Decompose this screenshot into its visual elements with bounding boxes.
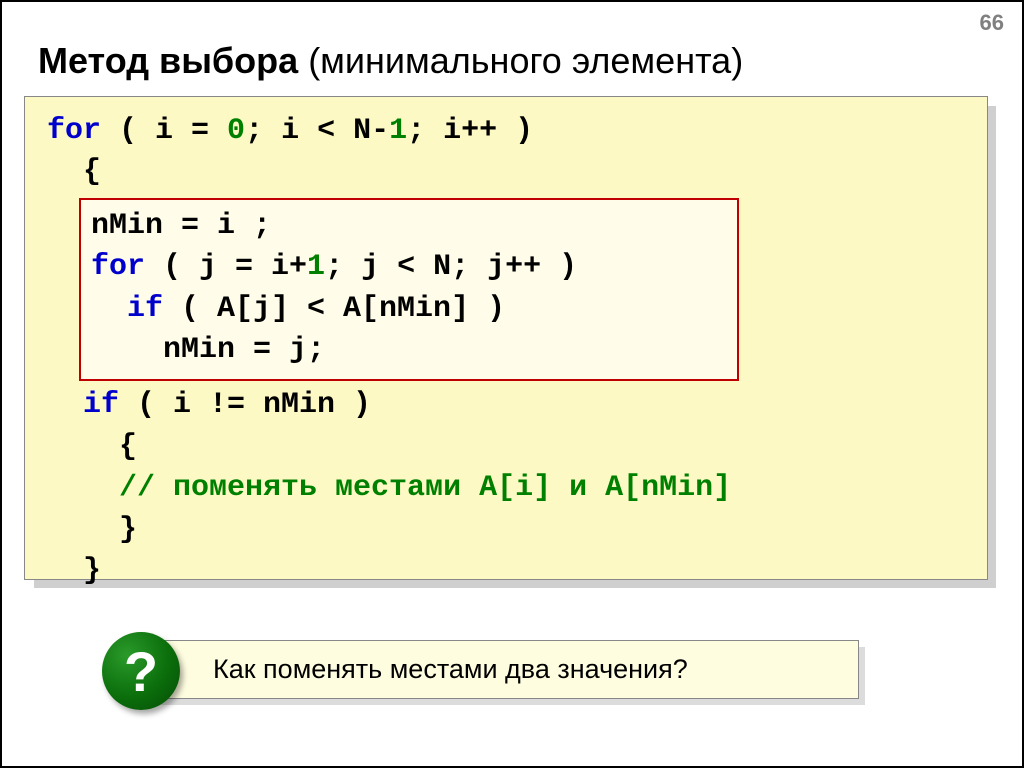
code-line-4: { [47, 427, 969, 468]
code-text: } [47, 513, 137, 547]
question-callout: Как поменять местами два значения? [142, 640, 862, 702]
code-block: for ( i = 0; i < N-1; i++ ) { nMin = i ;… [24, 96, 994, 586]
literal-one: 1 [307, 250, 325, 284]
code-text: nMin = i ; [91, 209, 271, 243]
page-number: 66 [980, 10, 1004, 36]
inner-line-3: if ( A[j] < A[nMin] ) [91, 289, 727, 330]
kw-if: if [91, 292, 163, 326]
title-rest: (минимального элемента) [298, 40, 743, 81]
code-text: ( i = [101, 114, 227, 148]
code-line-5: // поменять местами A[i] и A[nMin] [47, 468, 969, 509]
code-line-2: { [47, 152, 969, 193]
code-text: } [47, 554, 101, 588]
callout-body: Как поменять местами два значения? [142, 640, 859, 699]
slide-title: Метод выбора (минимального элемента) [38, 40, 743, 82]
code-text: ( A[j] < A[nMin] ) [163, 292, 505, 326]
code-line-6: } [47, 510, 969, 551]
question-mark-icon: ? [102, 632, 180, 710]
code-text: ; i < N- [245, 114, 389, 148]
code-content: for ( i = 0; i < N-1; i++ ) { nMin = i ;… [24, 96, 988, 580]
code-text: ( i != nMin ) [119, 388, 371, 422]
code-text: ( j = i+ [145, 250, 307, 284]
title-bold: Метод выбора [38, 40, 298, 81]
literal-one: 1 [389, 114, 407, 148]
literal-zero: 0 [227, 114, 245, 148]
code-text: ; i++ ) [407, 114, 533, 148]
code-text: ; j < N; j++ ) [325, 250, 577, 284]
callout-text: Как поменять местами два значения? [213, 654, 688, 685]
kw-for: for [91, 250, 145, 284]
kw-if: if [47, 388, 119, 422]
code-comment: // поменять местами A[i] и A[nMin] [47, 471, 731, 505]
code-line-1: for ( i = 0; i < N-1; i++ ) [47, 111, 969, 152]
code-text: nMin = j; [91, 333, 325, 367]
code-text: { [47, 430, 137, 464]
inner-code-frame: nMin = i ; for ( j = i+1; j < N; j++ ) i… [79, 198, 739, 382]
code-line-7: } [47, 551, 969, 592]
inner-line-4: nMin = j; [91, 330, 727, 371]
inner-line-1: nMin = i ; [91, 206, 727, 247]
code-line-3: if ( i != nMin ) [47, 385, 969, 426]
kw-for: for [47, 114, 101, 148]
code-text: { [47, 155, 101, 189]
inner-line-2: for ( j = i+1; j < N; j++ ) [91, 247, 727, 288]
